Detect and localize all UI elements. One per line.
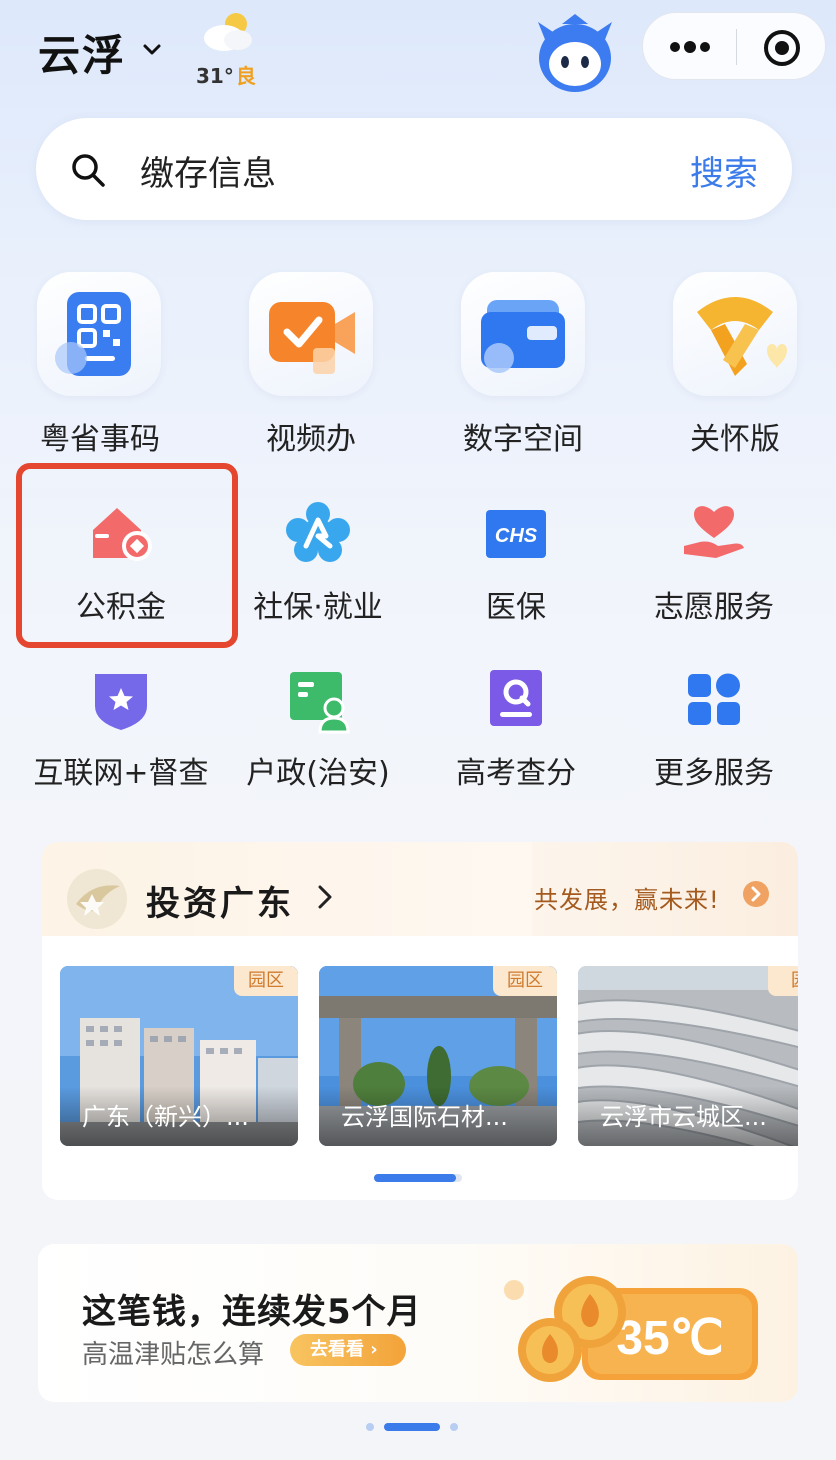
service-label: 志愿服务 [654,590,774,625]
capsule-divider [736,29,737,65]
service-label: 医保 [486,590,546,625]
service-label: 粤省事码 [40,422,160,457]
park-caption-overlay: 广东（新兴）... [60,1086,298,1146]
park-tag: 园区 [234,966,298,996]
park-caption-overlay: 云浮市云城区... [578,1086,798,1146]
carousel-scroll-indicator [374,1174,462,1182]
chevron-right-icon [318,885,332,909]
assistant-mascot-icon[interactable] [532,12,618,96]
search-input[interactable]: 缴存信息 [140,146,276,195]
service-tile-digital-space[interactable] [461,272,585,396]
service-label: 更多服务 [654,756,774,791]
service-label: 关怀版 [690,422,780,457]
service-label: 数字空间 [463,422,583,457]
banner-title: 这笔钱，连续发5个月 [82,1292,422,1332]
banner-page-indicator [366,1423,458,1431]
arrow-right-circle-icon[interactable] [742,880,770,908]
service-label: 户政(治安) [246,756,390,791]
highlight-box [16,463,238,648]
service-label: 社保·就业 [253,590,383,625]
park-tag: 园区 [493,966,557,996]
service-tile-yss-code[interactable] [37,272,161,396]
exam-search-icon[interactable] [482,666,550,734]
volunteer-heart-icon[interactable] [680,500,748,568]
park-card[interactable]: 园区 广东（新兴）... [60,966,298,1146]
service-label: 视频办 [266,422,356,457]
heat-subsidy-banner[interactable]: 这笔钱，连续发5个月 高温津贴怎么算 去看看 › 35℃ [38,1244,798,1402]
go-see-button[interactable]: 去看看 › [290,1334,406,1366]
banner-badge: 35℃ [616,1312,723,1365]
service-tile-care-mode[interactable] [673,272,797,396]
shield-star-icon[interactable] [87,666,155,734]
air-quality: 良 [235,64,256,88]
grid-more-icon[interactable] [680,666,748,734]
carousel-scroll-thumb [374,1174,456,1182]
city-selector[interactable]: 云浮 [38,22,126,83]
social-security-icon[interactable] [284,500,352,568]
park-card[interactable]: 园 云浮市云城区... [578,966,798,1146]
banner-desc: 高温津贴怎么算 [82,1340,265,1370]
coins-35c-icon: 35℃ [504,1276,758,1382]
park-caption-overlay: 云浮国际石材... [319,1086,557,1146]
more-dots-icon[interactable] [669,37,711,57]
search-button[interactable]: 搜索 [690,146,758,195]
weather-cloud-sun-icon [204,13,252,51]
search-bar[interactable]: 缴存信息 搜索 [36,118,792,220]
weather-readout: 31° 良 [196,60,256,89]
miniprogram-capsule [642,12,826,80]
weather-temp: 31° [196,64,234,88]
chevron-down-icon[interactable] [140,38,164,62]
video-call-icon [269,302,355,374]
service-label: 高考查分 [456,756,576,791]
invest-header: 投资广东 共发展，赢未来! [42,842,798,936]
search-icon [72,154,105,187]
service-label: 互联网+督查 [33,756,209,791]
qr-code-icon [55,292,131,376]
wallet-icon [481,300,565,373]
invest-title-tab[interactable]: 投资广东 [42,842,532,936]
chs-icon-text: CHS [495,525,538,547]
scarf-heart-icon [697,297,787,376]
invest-guangdong-card: 投资广东 共发展，赢未来! 园区 广东（新兴）... 园区 云浮国际石材... … [42,842,798,1200]
park-tag: 园 [768,966,798,996]
close-target-icon[interactable] [763,29,801,67]
chs-icon[interactable]: CHS [482,500,550,568]
service-tile-video[interactable] [249,272,373,396]
invest-title: 投资广东 [146,884,294,924]
park-caption: 云浮市云城区... [600,1103,767,1131]
invest-slogan[interactable]: 共发展，赢未来! [534,880,720,915]
park-card[interactable]: 园区 云浮国际石材... [319,966,557,1146]
park-caption: 云浮国际石材... [341,1103,508,1131]
id-card-icon[interactable] [284,666,352,734]
go-see-label: 去看看 [310,1339,364,1360]
invest-logo-icon [67,869,127,929]
park-caption: 广东（新兴）... [82,1103,249,1131]
